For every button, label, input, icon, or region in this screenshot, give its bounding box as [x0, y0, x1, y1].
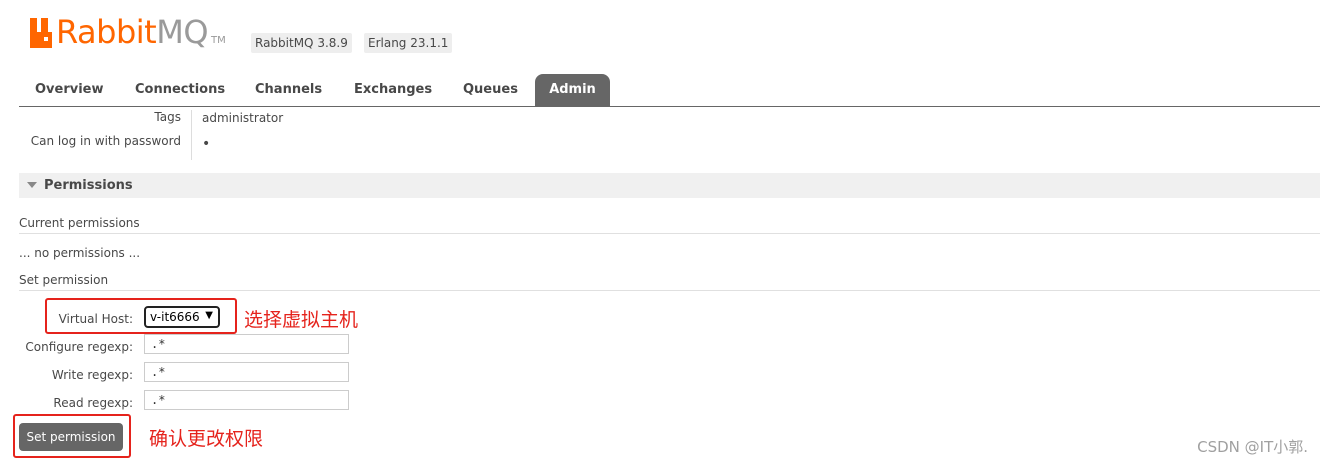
tags-label: Tags — [154, 110, 181, 124]
annotation-confirm: 确认更改权限 — [149, 428, 264, 450]
divider — [19, 233, 1320, 234]
logo-trademark: TM — [211, 35, 226, 46]
write-regexp-input[interactable]: .* — [144, 362, 349, 382]
tags-value: administrator — [202, 111, 284, 125]
configure-regexp-input[interactable]: .* — [144, 334, 349, 354]
collapse-triangle-icon[interactable] — [27, 182, 37, 188]
permissions-section-header[interactable]: Permissions — [19, 173, 1320, 198]
current-permissions-heading: Current permissions — [19, 216, 140, 230]
write-regexp-label: Write regexp: — [51, 368, 133, 382]
annotation-box-vhost — [45, 298, 237, 334]
permissions-title: Permissions — [44, 178, 133, 193]
configure-regexp-label: Configure regexp: — [25, 340, 133, 354]
can-login-value: • — [202, 136, 211, 152]
can-login-label: Can log in with password — [30, 134, 181, 148]
divider — [19, 290, 1320, 291]
erlang-badge: Erlang 23.1.1 — [364, 33, 453, 53]
table-divider — [191, 110, 192, 160]
tab-admin[interactable]: Admin — [535, 74, 610, 106]
tab-exchanges[interactable]: Exchanges — [354, 74, 432, 106]
tab-overview[interactable]: Overview — [35, 74, 104, 106]
read-regexp-label: Read regexp: — [53, 396, 133, 410]
version-badge: RabbitMQ 3.8.9 — [251, 33, 352, 53]
read-regexp-input[interactable]: .* — [144, 390, 349, 410]
logo-text: RabbitMQ — [56, 13, 208, 51]
annotation-select-vhost: 选择虚拟主机 — [244, 309, 359, 331]
set-permission-heading: Set permission — [19, 273, 109, 287]
no-permissions-text: ... no permissions ... — [19, 246, 141, 260]
rabbit-logo-icon — [30, 18, 52, 48]
main-nav-tabs: Overview Connections Channels Exchanges … — [19, 74, 1320, 107]
rabbitmq-logo: RabbitMQ TM — [30, 16, 226, 48]
tab-queues[interactable]: Queues — [463, 74, 518, 106]
annotation-box-submit — [13, 414, 131, 458]
tab-channels[interactable]: Channels — [255, 74, 322, 106]
tab-connections[interactable]: Connections — [135, 74, 225, 106]
watermark: CSDN @IT小郭. — [1197, 438, 1308, 456]
